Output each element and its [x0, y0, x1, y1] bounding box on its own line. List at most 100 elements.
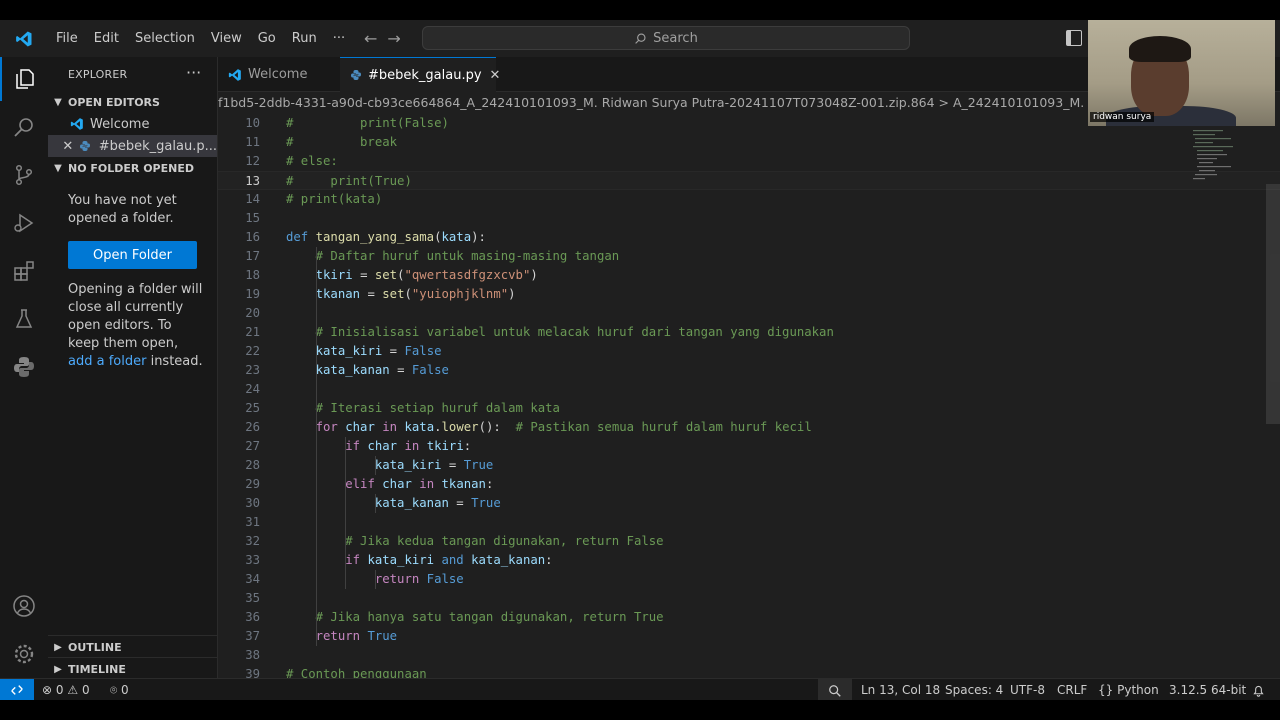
ports-status[interactable]: ⌾ 0 [110, 679, 129, 701]
menu-file[interactable]: File [48, 31, 86, 46]
code-line[interactable]: 11 # break [218, 133, 1280, 152]
line-number: 28 [245, 458, 260, 472]
python-file-icon [350, 69, 362, 81]
tab-welcome[interactable]: Welcome [218, 57, 338, 92]
code-line[interactable]: 13 # print(True) [218, 171, 1280, 190]
code-line[interactable]: 23 kata_kanan = False [218, 361, 1280, 380]
code-line[interactable]: 36 # Jika hanya satu tangan digunakan, r… [218, 608, 1280, 627]
problems-status[interactable]: ⊗ 0 ⚠ 0 [42, 679, 90, 701]
testing-flask-icon[interactable] [0, 297, 48, 341]
python-icon[interactable] [0, 345, 48, 389]
line-number: 21 [245, 325, 260, 339]
end-of-line[interactable]: CRLF [1057, 679, 1087, 701]
menu-more[interactable]: ··· [325, 31, 353, 46]
code-line[interactable]: 21 # Inisialisasi variabel untuk melacak… [218, 323, 1280, 342]
extensions-icon[interactable] [0, 249, 48, 293]
code-line[interactable]: 27 if char in tkiri: [218, 437, 1280, 456]
menu-edit[interactable]: Edit [86, 31, 127, 46]
indent-guide [374, 494, 376, 513]
code-line[interactable]: 24 [218, 380, 1280, 399]
code-line[interactable]: 26 for char in kata.lower(): # Pastikan … [218, 418, 1280, 437]
timeline-header[interactable]: ▶ TIMELINE [48, 657, 217, 680]
code-line[interactable]: 35 [218, 589, 1280, 608]
search-activity-icon[interactable] [0, 105, 48, 149]
code-text: # Daftar huruf untuk masing-masing tanga… [315, 249, 620, 263]
run-debug-icon[interactable] [0, 201, 48, 245]
code-line[interactable]: 32 # Jika kedua tangan digunakan, return… [218, 532, 1280, 551]
open-editor-welcome-label: Welcome [90, 116, 150, 132]
open-editors-header[interactable]: ▼ OPEN EDITORS [48, 91, 217, 113]
line-number: 31 [245, 515, 260, 529]
code-line[interactable]: 37 return True [218, 627, 1280, 646]
code-editor[interactable]: 10 # print(False) 11 # break 12 # else: 13 # pr… [218, 114, 1280, 678]
code-line[interactable]: 28 kata_kiri = True [218, 456, 1280, 475]
tab-bebek-galau[interactable]: #bebek_galau.py ✕ [340, 57, 500, 92]
accounts-icon[interactable] [0, 584, 48, 628]
code-text: # print(True) [286, 174, 412, 188]
line-number: 24 [245, 382, 260, 396]
code-text: # Iterasi setiap huruf dalam kata [315, 401, 560, 415]
open-editors-label: OPEN EDITORS [68, 95, 160, 109]
code-line[interactable]: 31 [218, 513, 1280, 532]
code-line[interactable]: 20 [218, 304, 1280, 323]
zoom-icon[interactable] [818, 679, 852, 701]
back-arrow-icon[interactable]: ← [364, 29, 377, 48]
code-line[interactable]: 17 # Daftar huruf untuk masing-masing ta… [218, 247, 1280, 266]
editor-scrollbar[interactable] [1266, 184, 1280, 424]
menu-selection[interactable]: Selection [127, 31, 203, 46]
settings-gear-icon[interactable] [0, 632, 48, 676]
code-text: elif char in tkanan: [345, 477, 494, 491]
timeline-label: TIMELINE [68, 662, 126, 676]
cursor-position[interactable]: Ln 13, Col 18 [861, 679, 940, 701]
minimap[interactable] [1193, 128, 1243, 188]
code-line[interactable]: 15 [218, 209, 1280, 228]
line-number: 26 [245, 420, 260, 434]
source-control-icon[interactable] [0, 153, 48, 197]
code-text: for char in kata.lower(): # Pastikan sem… [315, 420, 812, 434]
code-line[interactable]: 30 kata_kanan = True [218, 494, 1280, 513]
code-line[interactable]: 33 if kata_kiri and kata_kanan: [218, 551, 1280, 570]
open-editor-welcome[interactable]: Welcome [48, 113, 217, 135]
close-tab-icon[interactable]: ✕ [490, 68, 501, 83]
open-folder-button[interactable]: Open Folder [68, 241, 197, 269]
indentation[interactable]: Spaces: 4 [945, 679, 1003, 701]
code-line[interactable]: 34 return False [218, 570, 1280, 589]
open-editor-bebek-galau[interactable]: ✕ #bebek_galau.p... [48, 135, 217, 157]
forward-arrow-icon[interactable]: → [387, 29, 400, 48]
add-folder-link[interactable]: add a folder [68, 354, 146, 369]
code-line[interactable]: 25 # Iterasi setiap huruf dalam kata [218, 399, 1280, 418]
error-count: 0 [55, 683, 64, 697]
indent-guide [374, 570, 376, 589]
code-line[interactable]: 22 kata_kiri = False [218, 342, 1280, 361]
python-interpreter[interactable]: 3.12.5 64-bit [1169, 679, 1246, 701]
notifications-bell-icon[interactable] [1252, 679, 1265, 701]
no-folder-header[interactable]: ▼ NO FOLDER OPENED [48, 157, 217, 179]
outline-header[interactable]: ▶ OUTLINE [48, 635, 217, 658]
webcam-overlay: ridwan surya [1088, 20, 1275, 126]
explorer-icon[interactable] [0, 57, 48, 101]
ports-count: 0 [121, 683, 129, 697]
code-line[interactable]: 38 [218, 646, 1280, 665]
code-line[interactable]: 29 elif char in tkanan: [218, 475, 1280, 494]
toggle-sidebar-layout-icon[interactable] [1066, 30, 1082, 46]
outline-label: OUTLINE [68, 640, 122, 654]
menu-view[interactable]: View [203, 31, 250, 46]
code-line[interactable]: 14 # print(kata) [218, 190, 1280, 209]
search-icon [635, 32, 646, 44]
open-folder-hint: Opening a folder will close all currentl… [68, 281, 203, 371]
code-line[interactable]: 18 tkiri = set("qwertasdfgzxcvb") [218, 266, 1280, 285]
encoding[interactable]: UTF-8 [1010, 679, 1045, 701]
code-line[interactable]: 39 # Contoh penggunaan [218, 665, 1280, 678]
code-line[interactable]: 12 # else: [218, 152, 1280, 171]
remote-indicator-icon[interactable] [0, 678, 34, 701]
vscode-logo-icon[interactable] [0, 20, 48, 57]
command-center-search[interactable]: Search [422, 26, 910, 50]
language-mode[interactable]: {} Python [1098, 679, 1159, 701]
explorer-more-actions[interactable]: ··· [186, 63, 201, 82]
menu-go[interactable]: Go [250, 31, 284, 46]
code-line[interactable]: 19 tkanan = set("yuiophjklnm") [218, 285, 1280, 304]
close-icon[interactable]: ✕ [48, 139, 79, 154]
code-text: # Jika hanya satu tangan digunakan, retu… [315, 610, 664, 624]
code-line[interactable]: 16 def tangan_yang_sama(kata): [218, 228, 1280, 247]
menu-run[interactable]: Run [284, 31, 325, 46]
